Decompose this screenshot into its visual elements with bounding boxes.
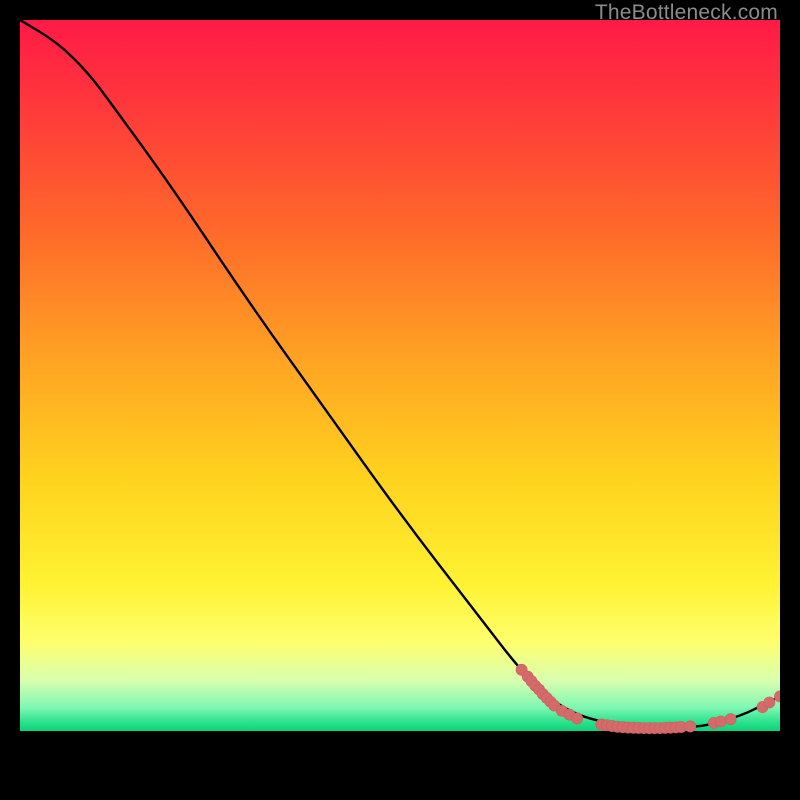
curve-layer (20, 20, 780, 780)
curve-marker (685, 721, 696, 732)
curve-markers (516, 664, 780, 734)
curve-marker (774, 691, 780, 702)
bottleneck-curve (20, 20, 780, 728)
curve-marker (764, 697, 775, 708)
curve-marker (725, 714, 736, 725)
chart-container: TheBottleneck.com (0, 0, 800, 800)
plot-area (20, 20, 780, 780)
curve-marker (715, 716, 726, 727)
curve-marker (571, 713, 582, 724)
